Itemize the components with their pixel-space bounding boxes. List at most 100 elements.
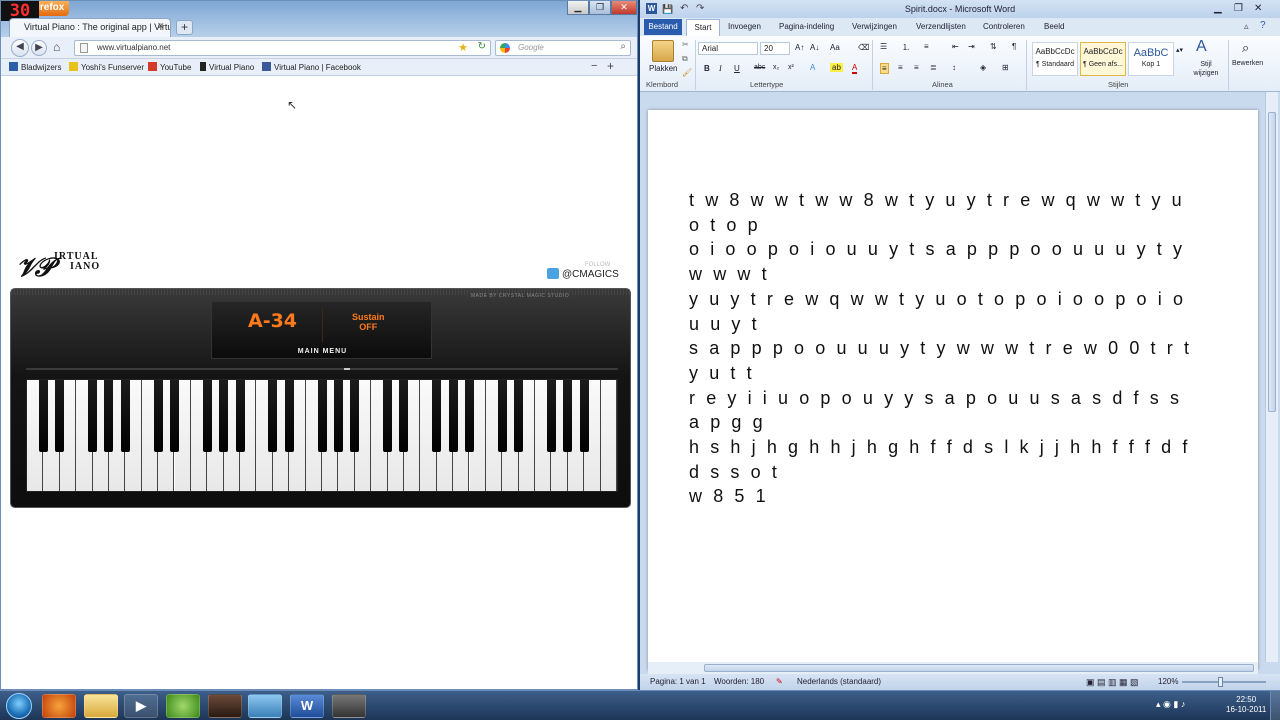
cut-icon[interactable]: ✂ <box>682 40 689 49</box>
minimize-toolbar-icon[interactable]: − <box>591 60 597 72</box>
undo-icon[interactable]: ↶ <box>680 0 688 18</box>
line-spacing-icon[interactable]: ↕ <box>952 63 956 72</box>
highlight-icon[interactable]: ab <box>830 63 843 72</box>
black-key[interactable] <box>448 380 458 452</box>
help-icon[interactable]: ? <box>1260 20 1266 31</box>
home-icon[interactable]: ⌂ <box>53 40 60 54</box>
bookmark-item[interactable]: Virtual Piano | Facebook <box>262 62 361 72</box>
minimize-ribbon-icon[interactable]: ▵ <box>1244 21 1249 32</box>
black-key[interactable] <box>546 380 556 452</box>
virtual-piano-logo[interactable]: 𝒱𝒫 IRTUAL IANO <box>16 249 102 287</box>
reload-icon[interactable]: ↻ <box>478 41 486 52</box>
black-key[interactable] <box>170 380 179 452</box>
close-button[interactable]: ✕ <box>611 1 637 15</box>
font-color-icon[interactable]: A <box>852 63 858 74</box>
decrease-indent-icon[interactable]: ⇤ <box>952 42 959 51</box>
shrink-font-icon[interactable]: A↓ <box>810 43 819 52</box>
bookmark-item[interactable]: Yoshi's Funserver <box>69 62 144 72</box>
subscript-icon[interactable]: x₂ <box>773 64 779 71</box>
minimize-button[interactable]: ▁ <box>1214 0 1222 18</box>
superscript-icon[interactable]: x² <box>788 64 794 71</box>
show-desktop-button[interactable] <box>1270 691 1280 720</box>
bookmark-item[interactable]: Virtual Piano <box>200 62 254 72</box>
tab-page-layout[interactable]: Pagina-indeling <box>779 22 834 31</box>
italic-icon[interactable]: I <box>719 64 722 73</box>
change-styles-icon[interactable]: A <box>1196 38 1207 56</box>
tab-review[interactable]: Controleren <box>983 22 1025 31</box>
redo-icon[interactable]: ↷ <box>696 0 704 18</box>
vertical-scrollbar[interactable] <box>1265 92 1278 662</box>
black-key[interactable] <box>350 380 360 452</box>
maximize-button[interactable]: ❐ <box>589 1 611 15</box>
page-count[interactable]: Pagina: 1 van 1 <box>650 677 706 686</box>
tab-close-icon[interactable]: ✕ <box>157 21 165 32</box>
numbering-icon[interactable]: ⒈ <box>902 42 910 53</box>
proofing-icon[interactable]: ✎ <box>776 677 783 686</box>
main-menu-button[interactable]: MAIN MENU <box>212 348 433 355</box>
show-marks-icon[interactable]: ¶ <box>1012 42 1016 51</box>
back-button[interactable]: ◀ <box>11 39 29 57</box>
firefox-icon[interactable] <box>42 694 76 718</box>
borders-icon[interactable]: ⊞ <box>1002 63 1009 72</box>
black-key[interactable] <box>104 380 114 452</box>
text-effects-icon[interactable]: A <box>810 63 815 72</box>
copy-icon[interactable]: ⧉ <box>682 54 688 64</box>
black-key[interactable] <box>497 380 507 452</box>
style-heading1[interactable]: AaBbC Kop 1 <box>1128 42 1174 76</box>
paste-button[interactable]: Plakken <box>649 64 677 73</box>
start-orb[interactable] <box>6 693 32 719</box>
black-key[interactable] <box>235 380 245 452</box>
horizontal-scrollbar[interactable] <box>648 662 1258 674</box>
tab-insert[interactable]: Invoegen <box>728 22 761 31</box>
increase-indent-icon[interactable]: ⇥ <box>968 42 975 51</box>
close-button[interactable]: ✕ <box>1254 0 1262 18</box>
align-left-icon[interactable]: ≡ <box>880 63 889 74</box>
game-icon[interactable] <box>208 694 242 718</box>
tab-file[interactable]: Bestand <box>644 19 682 35</box>
black-key[interactable] <box>120 380 130 452</box>
change-styles-button[interactable]: Stijl wijzigen <box>1188 60 1224 78</box>
clear-format-icon[interactable]: ⌫ <box>858 43 869 52</box>
bold-icon[interactable]: B <box>704 64 710 73</box>
black-key[interactable] <box>55 380 65 452</box>
scroll-thumb[interactable] <box>704 664 1254 672</box>
forward-button[interactable]: ▶ <box>31 40 47 56</box>
format-painter-icon[interactable]: 🖌 <box>682 68 692 77</box>
zoom-slider[interactable] <box>1182 681 1266 683</box>
quick-save-icon[interactable]: 💾 <box>662 0 673 18</box>
align-right-icon[interactable]: ≡ <box>914 63 919 72</box>
tab-mailings[interactable]: Verzendlijsten <box>916 22 966 31</box>
paste-icon[interactable] <box>652 40 674 62</box>
explorer-icon[interactable] <box>84 694 118 718</box>
sort-icon[interactable]: ⇅ <box>990 42 997 51</box>
black-key[interactable] <box>88 380 98 452</box>
document-text[interactable]: t w 8 w w t w w 8 w t y u y t r e w q w … <box>689 188 1199 509</box>
font-size-select[interactable]: 20 <box>760 42 790 55</box>
editing-button[interactable]: Bewerken <box>1232 60 1263 67</box>
bullets-icon[interactable]: ☰ <box>880 42 887 51</box>
add-icon[interactable]: + <box>607 59 614 73</box>
zoom-level[interactable]: 120% <box>1158 677 1178 686</box>
document-page[interactable]: t w 8 w w t w w 8 w t y u y t r e w q w … <box>648 110 1258 670</box>
underline-icon[interactable]: U <box>734 64 740 73</box>
maximize-button[interactable]: ❐ <box>1234 0 1243 18</box>
clock[interactable]: 22:50 16-10-2011 <box>1226 695 1266 715</box>
black-key[interactable] <box>579 380 589 452</box>
network-icon[interactable] <box>248 694 282 718</box>
black-key[interactable] <box>432 380 442 452</box>
align-center-icon[interactable]: ≡ <box>898 63 903 72</box>
black-key[interactable] <box>219 380 229 452</box>
tray-icons[interactable]: ▴ ◉ ▮ ♪ <box>1156 699 1185 710</box>
new-tab-button[interactable]: + <box>176 20 193 35</box>
view-buttons-icon[interactable]: ▣ ▤ ▥ ▦ ▧ <box>1086 677 1139 688</box>
bookmark-item[interactable]: Bladwijzers <box>9 62 61 72</box>
word-count[interactable]: Woorden: 180 <box>714 677 764 686</box>
zoom-slider-thumb[interactable] <box>1218 677 1223 687</box>
word-icon[interactable]: W <box>290 694 324 718</box>
change-case-icon[interactable]: Aa <box>830 43 840 52</box>
multilevel-icon[interactable]: ≡ <box>924 42 929 51</box>
minimize-button[interactable]: ▁ <box>567 1 589 15</box>
url-bar[interactable]: www.virtualpiano.net ★ ↻ <box>74 40 491 56</box>
tab-references[interactable]: Verwijzingen <box>852 22 897 31</box>
strikethrough-icon[interactable]: abc <box>754 64 765 71</box>
